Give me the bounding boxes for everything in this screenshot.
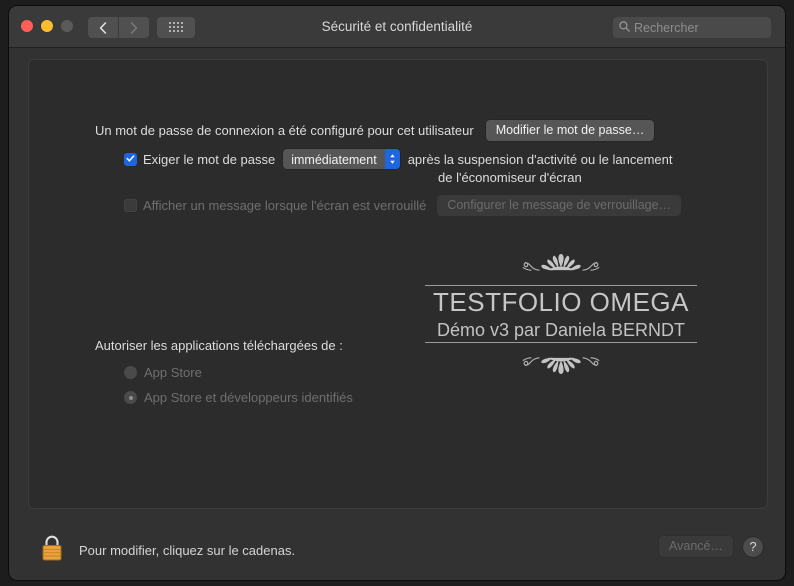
watermark-title: TESTFOLIO OMEGA: [433, 287, 689, 317]
padlock-closed-icon[interactable]: [39, 533, 65, 568]
lock-instruction-text: Pour modifier, cliquez sur le cadenas.: [79, 543, 296, 558]
password-status-label: Un mot de passe de connexion a été confi…: [95, 123, 474, 138]
password-status-row: Un mot de passe de connexion a été confi…: [95, 120, 655, 141]
checkmark-icon: [126, 150, 135, 168]
allow-apps-option-1-label: App Store et développeurs identifiés: [144, 390, 353, 405]
allow-apps-label: Autoriser les applications téléchargées …: [95, 338, 343, 353]
allow-apps-option-0-label: App Store: [144, 365, 202, 380]
system-preferences-window: Sécurité et confidentialité Rechercher G…: [8, 5, 786, 581]
require-password-suffix-line2: de l'économiseur d'écran: [438, 170, 582, 185]
password-delay-popup[interactable]: immédiatement: [283, 149, 400, 169]
lock-message-checkbox[interactable]: [124, 199, 137, 212]
radio-appstore-icon: [124, 366, 137, 379]
allow-apps-label-row: Autoriser les applications téléchargées …: [95, 338, 343, 353]
search-field[interactable]: Rechercher: [613, 17, 771, 38]
require-password-row: Exiger le mot de passe immédiatement apr…: [124, 149, 673, 169]
radio-appstore-identified-icon: [124, 391, 137, 404]
watermark-divider-bottom: [425, 342, 697, 343]
footer-actions: Avancé… ?: [659, 536, 763, 557]
advanced-button[interactable]: Avancé…: [659, 536, 733, 557]
require-password-checkbox[interactable]: [124, 150, 137, 168]
require-password-suffix-line1: après la suspension d'activité ou le lan…: [407, 151, 673, 167]
chevron-updown-icon: [384, 149, 400, 169]
watermark-divider-top: [425, 285, 697, 286]
watermark-subtitle: Démo v3 par Daniela BERNDT: [436, 320, 686, 340]
floral-palmette-ornament-top-icon: [421, 252, 701, 285]
allow-apps-option-appstore-identified[interactable]: App Store et développeurs identifiés: [124, 390, 353, 405]
help-button[interactable]: ?: [743, 536, 763, 557]
floral-palmette-ornament-bottom-icon: [421, 343, 701, 376]
search-placeholder: Rechercher: [634, 20, 699, 35]
watermark-overlay: TESTFOLIO OMEGA Démo v3 par Daniela BERN…: [421, 252, 701, 376]
search-icon: [619, 19, 630, 37]
change-password-button[interactable]: Modifier le mot de passe…: [485, 120, 655, 141]
lock-message-label: Afficher un message lorsque l'écran est …: [143, 198, 427, 213]
general-settings-panel: Un mot de passe de connexion a été confi…: [28, 59, 768, 509]
window-titlebar: Sécurité et confidentialité Rechercher: [9, 6, 785, 48]
allow-apps-option-appstore[interactable]: App Store: [124, 365, 202, 380]
password-delay-value: immédiatement: [291, 153, 377, 167]
require-password-label: Exiger le mot de passe: [143, 151, 276, 167]
lock-row[interactable]: Pour modifier, cliquez sur le cadenas.: [39, 533, 295, 568]
require-password-suffix-row: de l'économiseur d'écran: [438, 170, 582, 185]
configure-lock-message-button[interactable]: Configurer le message de verrouillage…: [437, 195, 682, 216]
lock-message-row: Afficher un message lorsque l'écran est …: [124, 195, 682, 216]
